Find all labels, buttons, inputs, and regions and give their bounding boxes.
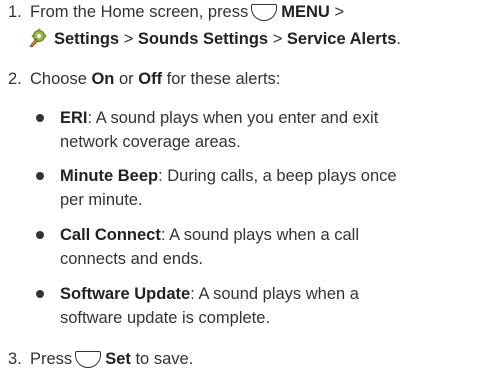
settings-icon: [29, 28, 47, 48]
alert-software-update-line-1: Software Update: A sound plays when a: [60, 284, 359, 304]
on-option: On: [91, 70, 115, 88]
alert-call-connect-line-2: connects and ends.: [60, 250, 204, 268]
alert-term: Software Update: [60, 285, 191, 303]
bullet-icon: [36, 172, 44, 180]
alert-minute-beep-line-1: Minute Beep: During calls, a beep plays …: [60, 166, 397, 186]
step-3-post: to save.: [135, 350, 194, 368]
softkey-left-icon: [251, 4, 278, 21]
step-3-number: 3.: [8, 350, 22, 368]
bullet-icon: [36, 290, 44, 298]
alert-term: ERI: [60, 109, 88, 127]
bullet-icon: [36, 114, 44, 122]
step-2: 2. Choose On or Off for these alerts:: [8, 69, 280, 89]
alert-term: Minute Beep: [60, 167, 159, 185]
period: .: [396, 30, 401, 48]
alert-eri-line-2: network coverage areas.: [60, 133, 241, 151]
alert-eri-line-1: ERI: A sound plays when you enter and ex…: [60, 108, 378, 128]
menu-label: MENU: [281, 3, 330, 21]
step-1-line-2: Settings > Sounds Settings > Service Ale…: [28, 28, 401, 49]
alert-description: : A sound plays when a call: [160, 226, 359, 244]
alert-description: : During calls, a beep plays once: [158, 167, 397, 185]
softkey-right-icon: [75, 351, 102, 368]
alert-term: Call Connect: [60, 226, 161, 244]
step-3: 3. Press Set to save.: [8, 349, 193, 369]
off-option: Off: [138, 70, 163, 88]
step-1-intro: From the Home screen, press: [30, 3, 249, 21]
step-1-number: 1.: [8, 3, 22, 21]
arrow-separator: >: [272, 30, 283, 48]
service-alerts-label: Service Alerts: [286, 30, 397, 48]
alert-description: : A sound plays when you enter and exit: [87, 109, 379, 127]
arrow-separator: >: [334, 3, 345, 21]
alert-software-update-line-2: software update is complete.: [60, 309, 271, 327]
step-1-line-1: 1. From the Home screen, press MENU >: [8, 2, 344, 22]
or-text: or: [118, 70, 134, 88]
arrow-separator: >: [123, 30, 134, 48]
sounds-settings-label: Sounds Settings: [137, 30, 269, 48]
step-2-post: for these alerts:: [166, 70, 281, 88]
alert-description: : A sound plays when a: [190, 285, 359, 303]
step-2-number: 2.: [8, 70, 22, 88]
step-3-intro: Press: [30, 350, 73, 368]
bullet-icon: [36, 231, 44, 239]
settings-label: Settings: [54, 30, 120, 48]
alert-minute-beep-line-2: per minute.: [60, 191, 143, 209]
set-label: Set: [105, 350, 131, 368]
step-2-intro: Choose: [30, 70, 87, 88]
alert-call-connect-line-1: Call Connect: A sound plays when a call: [60, 225, 359, 245]
